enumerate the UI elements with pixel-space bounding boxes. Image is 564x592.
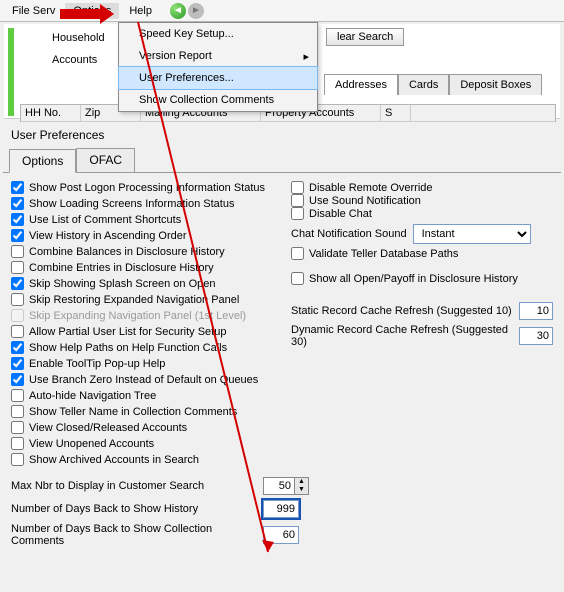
days-collection-input[interactable] <box>263 526 299 544</box>
pref-checkbox[interactable]: View Closed/Released Accounts <box>11 421 273 434</box>
tab-cards[interactable]: Cards <box>398 74 449 95</box>
menu-item[interactable]: User Preferences... <box>119 67 317 89</box>
pref-checkbox[interactable]: Combine Entries in Disclosure History <box>11 261 273 274</box>
label-accounts: Accounts <box>52 54 105 66</box>
pref-checkbox[interactable]: Show Archived Accounts in Search <box>11 453 273 466</box>
pref-left-column: Show Post Logon Processing Information S… <box>11 181 273 466</box>
pref-checkbox[interactable]: Skip Showing Splash Screen on Open <box>11 277 273 290</box>
days-collection-label: Number of Days Back to Show Collection C… <box>11 523 257 547</box>
dynamic-cache-label: Dynamic Record Cache Refresh (Suggested … <box>291 324 513 348</box>
pref-tab-ofac[interactable]: OFAC <box>76 148 135 172</box>
chat-sound-select[interactable]: Instant <box>413 224 531 244</box>
pref-checkbox[interactable]: Use Branch Zero Instead of Default on Qu… <box>11 373 273 386</box>
pref-checkbox[interactable]: Enable ToolTip Pop-up Help <box>11 357 273 370</box>
clear-search-button[interactable]: lear Search <box>326 28 404 46</box>
pref-checkbox-box[interactable] <box>291 207 304 220</box>
menu-options[interactable]: Options <box>65 3 119 19</box>
pref-checkbox-box[interactable] <box>11 277 24 290</box>
pref-checkbox[interactable]: View History in Ascending Order <box>11 229 273 242</box>
static-cache-input[interactable] <box>519 302 553 320</box>
pref-checkbox[interactable]: Show Help Paths on Help Function Calls <box>11 341 273 354</box>
pref-right-column: Disable Remote OverrideUse Sound Notific… <box>291 181 553 466</box>
chat-sound-label: Chat Notification Sound <box>291 228 407 240</box>
chk-show-payoff[interactable]: Show all Open/Payoff in Disclosure Histo… <box>291 272 553 285</box>
pref-checkbox[interactable]: Allow Partial User List for Security Set… <box>11 325 273 338</box>
menu-file[interactable]: File Serv <box>4 3 63 19</box>
pref-checkbox[interactable]: View Unopened Accounts <box>11 437 273 450</box>
chk-validate-paths[interactable]: Validate Teller Database Paths <box>291 247 553 260</box>
pref-checkbox-box[interactable] <box>291 194 304 207</box>
pref-checkbox-box[interactable] <box>11 357 24 370</box>
pref-checkbox[interactable]: Show Teller Name in Collection Comments <box>11 405 273 418</box>
nav-back-icon[interactable]: ◄ <box>170 3 186 19</box>
record-indicator <box>8 28 14 116</box>
grid-header[interactable]: HH No. <box>21 105 81 121</box>
max-nbr-label: Max Nbr to Display in Customer Search <box>11 480 257 492</box>
pref-checkbox-box[interactable] <box>11 373 24 386</box>
pref-checkbox-box[interactable] <box>11 261 24 274</box>
chk-validate-paths-box[interactable] <box>291 247 304 260</box>
menubar: File Serv Options Help ◄ ► <box>0 0 564 22</box>
tab-addresses[interactable]: Addresses <box>324 74 398 95</box>
pref-checkbox[interactable]: Show Post Logon Processing Information S… <box>11 181 273 194</box>
pref-checkbox-box[interactable] <box>11 341 24 354</box>
pref-checkbox-box[interactable] <box>11 325 24 338</box>
pref-tabstrip: Options OFAC <box>9 148 555 172</box>
menu-item[interactable]: Show Collection Comments <box>119 89 317 111</box>
menu-item[interactable]: Version Report <box>119 45 317 67</box>
pref-checkbox-box[interactable] <box>11 421 24 434</box>
pref-checkbox-box[interactable] <box>11 389 24 402</box>
pref-checkbox-box[interactable] <box>11 293 24 306</box>
dynamic-cache-input[interactable] <box>519 327 553 345</box>
pref-tab-options[interactable]: Options <box>9 149 76 173</box>
chk-show-payoff-box[interactable] <box>291 272 304 285</box>
pref-checkbox: Skip Expanding Navigation Panel (1st Lev… <box>11 309 273 322</box>
pref-checkbox[interactable]: Disable Remote Override <box>291 181 553 194</box>
pref-checkbox-box[interactable] <box>11 453 24 466</box>
pref-checkbox-box[interactable] <box>11 437 24 450</box>
pref-checkbox-box <box>11 309 24 322</box>
tab-deposit-boxes[interactable]: Deposit Boxes <box>449 74 542 95</box>
pref-checkbox-box[interactable] <box>11 197 24 210</box>
spin-down-icon[interactable]: ▼ <box>294 486 308 494</box>
pref-checkbox[interactable]: Use Sound Notification <box>291 194 553 207</box>
detail-tabstrip: Addresses Cards Deposit Boxes <box>324 74 542 95</box>
pref-checkbox-box[interactable] <box>11 181 24 194</box>
pref-checkbox-box[interactable] <box>291 181 304 194</box>
pref-checkbox-box[interactable] <box>11 229 24 242</box>
pref-checkbox[interactable]: Skip Restoring Expanded Navigation Panel <box>11 293 273 306</box>
grid-header[interactable]: S <box>381 105 411 121</box>
pref-checkbox[interactable]: Use List of Comment Shortcuts <box>11 213 273 226</box>
pref-checkbox[interactable]: Combine Balances in Disclosure History <box>11 245 273 258</box>
days-history-label: Number of Days Back to Show History <box>11 503 257 515</box>
days-history-input[interactable] <box>263 500 299 518</box>
menu-item[interactable]: Speed Key Setup... <box>119 23 317 45</box>
static-cache-label: Static Record Cache Refresh (Suggested 1… <box>291 305 513 317</box>
spin-up-icon[interactable]: ▲ <box>294 478 308 486</box>
menu-help[interactable]: Help <box>121 3 160 19</box>
max-nbr-spinner[interactable]: ▲▼ <box>263 477 309 495</box>
pref-checkbox-box[interactable] <box>11 245 24 258</box>
max-nbr-input[interactable] <box>264 478 294 494</box>
pref-checkbox[interactable]: Show Loading Screens Information Status <box>11 197 273 210</box>
user-preferences-panel: User Preferences Options OFAC Show Post … <box>3 122 561 589</box>
pref-checkbox[interactable]: Auto-hide Navigation Tree <box>11 389 273 402</box>
label-household: Household <box>52 32 105 44</box>
pref-title: User Preferences <box>3 122 561 148</box>
pref-checkbox[interactable]: Disable Chat <box>291 207 553 220</box>
pref-checkbox-box[interactable] <box>11 213 24 226</box>
options-dropdown: Speed Key Setup...Version ReportUser Pre… <box>118 22 318 112</box>
pref-checkbox-box[interactable] <box>11 405 24 418</box>
nav-forward-icon: ► <box>188 3 204 19</box>
